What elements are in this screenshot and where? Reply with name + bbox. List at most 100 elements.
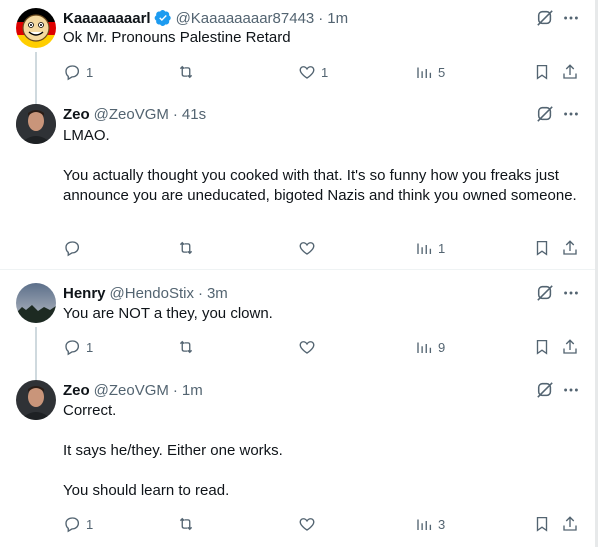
- post-header: Kaaaaaaaarl @Kaaaaaaaar87443 · 1m: [63, 8, 348, 28]
- post-paragraph: You are NOT a they, you clown.: [63, 305, 273, 322]
- action-bar: 1 1 5: [63, 62, 583, 82]
- display-name[interactable]: Kaaaaaaaarl: [63, 10, 151, 27]
- user-handle[interactable]: @ZeoVGM: [94, 382, 169, 399]
- reply-button[interactable]: 1: [63, 62, 93, 82]
- share-icon: [563, 240, 577, 255]
- post-paragraph: You should learn to read.: [63, 482, 230, 499]
- share-icon: [563, 516, 577, 531]
- share-button[interactable]: [561, 337, 579, 357]
- bookmark-button[interactable]: [533, 337, 551, 357]
- like-button[interactable]: [298, 514, 321, 534]
- like-icon: [299, 66, 315, 79]
- bookmark-button[interactable]: [533, 514, 551, 534]
- reply-icon: [65, 65, 80, 81]
- bookmark-button[interactable]: [533, 62, 551, 82]
- avatar[interactable]: [16, 104, 56, 144]
- post-text: Correct. It says he/they. Either one wor…: [63, 401, 583, 501]
- share-icon: [563, 64, 577, 79]
- bookmark-icon: [536, 339, 548, 355]
- display-name[interactable]: Zeo: [63, 382, 90, 399]
- post-kaaaaaaaarl[interactable]: Kaaaaaaaarl @Kaaaaaaaar87443 · 1m Ok Mr.…: [0, 8, 598, 108]
- verified-badge-icon: [154, 9, 172, 27]
- views-button[interactable]: 3: [415, 514, 445, 534]
- share-button[interactable]: [561, 514, 579, 534]
- display-name[interactable]: Henry: [63, 285, 106, 302]
- post-text: Ok Mr. Pronouns Palestine Retard: [63, 28, 583, 48]
- like-button[interactable]: [298, 238, 321, 258]
- like-button[interactable]: [298, 337, 321, 357]
- post-zeo-correct[interactable]: Zeo @ZeoVGM · 1m Correct. It says he/the…: [0, 380, 598, 533]
- grok-icon[interactable]: [535, 380, 555, 400]
- post-time[interactable]: 1m: [182, 382, 203, 399]
- post-zeo-reply[interactable]: Zeo @ZeoVGM · 41s LMAO. You actually tho…: [0, 104, 598, 262]
- grok-icon[interactable]: [535, 8, 555, 28]
- more-icon[interactable]: [561, 283, 581, 303]
- bookmark-button[interactable]: [533, 238, 551, 258]
- action-bar: 1: [63, 238, 583, 258]
- avatar[interactable]: [16, 380, 56, 420]
- user-handle[interactable]: @ZeoVGM: [94, 106, 169, 123]
- post-paragraph: [63, 421, 583, 441]
- thread-line: [35, 327, 37, 380]
- thread-line: [35, 52, 37, 108]
- post-paragraph: Correct.: [63, 402, 117, 419]
- views-count: 5: [438, 64, 446, 80]
- grok-icon[interactable]: [535, 104, 555, 124]
- views-icon: [417, 243, 432, 254]
- grok-icon[interactable]: [535, 283, 555, 303]
- repost-icon: [179, 340, 193, 354]
- repost-button[interactable]: [177, 238, 200, 258]
- reply-thread: Kaaaaaaaarl @Kaaaaaaaar87443 · 1m Ok Mr.…: [0, 0, 598, 547]
- reply-button[interactable]: [63, 238, 86, 258]
- post-paragraph: [63, 461, 583, 481]
- repost-icon: [179, 517, 193, 531]
- post-paragraph: [63, 146, 583, 166]
- separator-dot: ·: [318, 9, 324, 27]
- post-header: Zeo @ZeoVGM · 1m: [63, 380, 203, 400]
- reply-button[interactable]: 1: [63, 514, 93, 534]
- views-button[interactable]: 9: [415, 337, 445, 357]
- post-paragraph: Ok Mr. Pronouns Palestine Retard: [63, 29, 291, 46]
- display-name[interactable]: Zeo: [63, 106, 90, 123]
- post-time[interactable]: 41s: [182, 106, 206, 123]
- thread-divider: [0, 269, 598, 270]
- post-henry[interactable]: Henry @HendoStix · 3m You are NOT a they…: [0, 283, 598, 380]
- repost-button[interactable]: [177, 62, 200, 82]
- action-bar: 1 9: [63, 337, 583, 357]
- reply-button[interactable]: 1: [63, 337, 93, 357]
- post-paragraph: LMAO.: [63, 127, 110, 144]
- bookmark-icon: [536, 516, 548, 532]
- like-icon: [299, 242, 315, 255]
- more-icon[interactable]: [561, 104, 581, 124]
- repost-icon: [179, 241, 193, 255]
- repost-icon: [179, 65, 193, 79]
- views-button[interactable]: 5: [415, 62, 445, 82]
- reply-icon: [65, 340, 80, 356]
- views-count: 1: [438, 240, 446, 256]
- more-icon[interactable]: [561, 380, 581, 400]
- avatar[interactable]: [16, 283, 56, 323]
- post-header: Zeo @ZeoVGM · 41s: [63, 104, 206, 124]
- views-count: 9: [438, 339, 446, 355]
- like-count: 1: [321, 64, 329, 80]
- user-handle[interactable]: @Kaaaaaaaar87443: [176, 10, 315, 27]
- separator-dot: ·: [172, 381, 178, 399]
- repost-button[interactable]: [177, 337, 200, 357]
- avatar[interactable]: [16, 8, 56, 48]
- share-button[interactable]: [561, 238, 579, 258]
- reply-count: 1: [86, 516, 94, 532]
- more-icon[interactable]: [561, 8, 581, 28]
- post-time[interactable]: 1m: [327, 10, 348, 27]
- post-time[interactable]: 3m: [207, 285, 228, 302]
- separator-dot: ·: [197, 284, 203, 302]
- post-paragraph: You actually thought you cooked with tha…: [63, 167, 577, 204]
- user-handle[interactable]: @HendoStix: [110, 285, 194, 302]
- views-button[interactable]: 1: [415, 238, 445, 258]
- views-icon: [417, 519, 432, 530]
- share-button[interactable]: [561, 62, 579, 82]
- like-icon: [299, 518, 315, 531]
- separator-dot: ·: [172, 105, 178, 123]
- repost-button[interactable]: [177, 514, 200, 534]
- bookmark-icon: [536, 240, 548, 256]
- like-button[interactable]: 1: [298, 62, 328, 82]
